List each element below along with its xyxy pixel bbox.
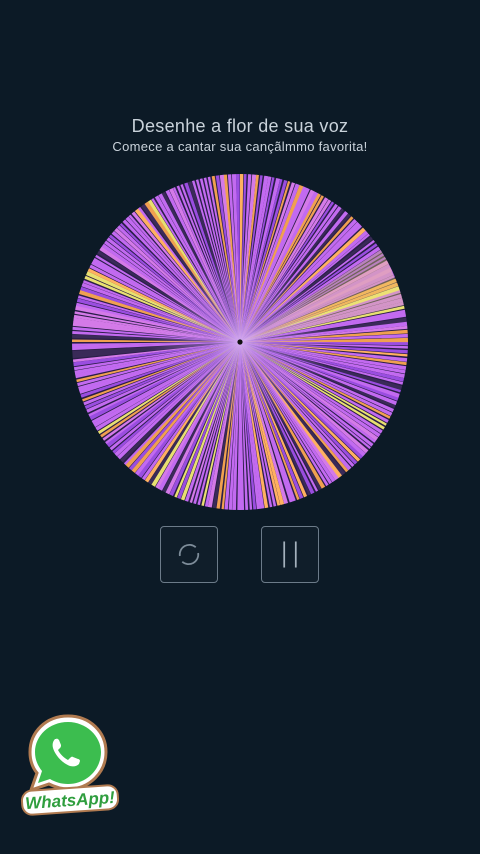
voice-flower-drawing xyxy=(72,174,408,510)
pause-icon xyxy=(283,541,297,568)
whatsapp-logo: WhatsApp! xyxy=(20,714,120,816)
refresh-circle-icon xyxy=(178,543,200,566)
reset-button[interactable] xyxy=(160,526,218,583)
pause-button[interactable] xyxy=(261,526,319,583)
flower-center-dot xyxy=(237,339,243,345)
page-title: Desenhe a flor de sua voz xyxy=(131,116,349,136)
page-subtitle: Comece a cantar sua cançãlmmo favorita! xyxy=(112,139,368,154)
whatsapp-logo-icon: WhatsApp! xyxy=(20,714,120,816)
app-screen: Desenhe a flor de sua voz Comece a canta… xyxy=(0,0,480,854)
